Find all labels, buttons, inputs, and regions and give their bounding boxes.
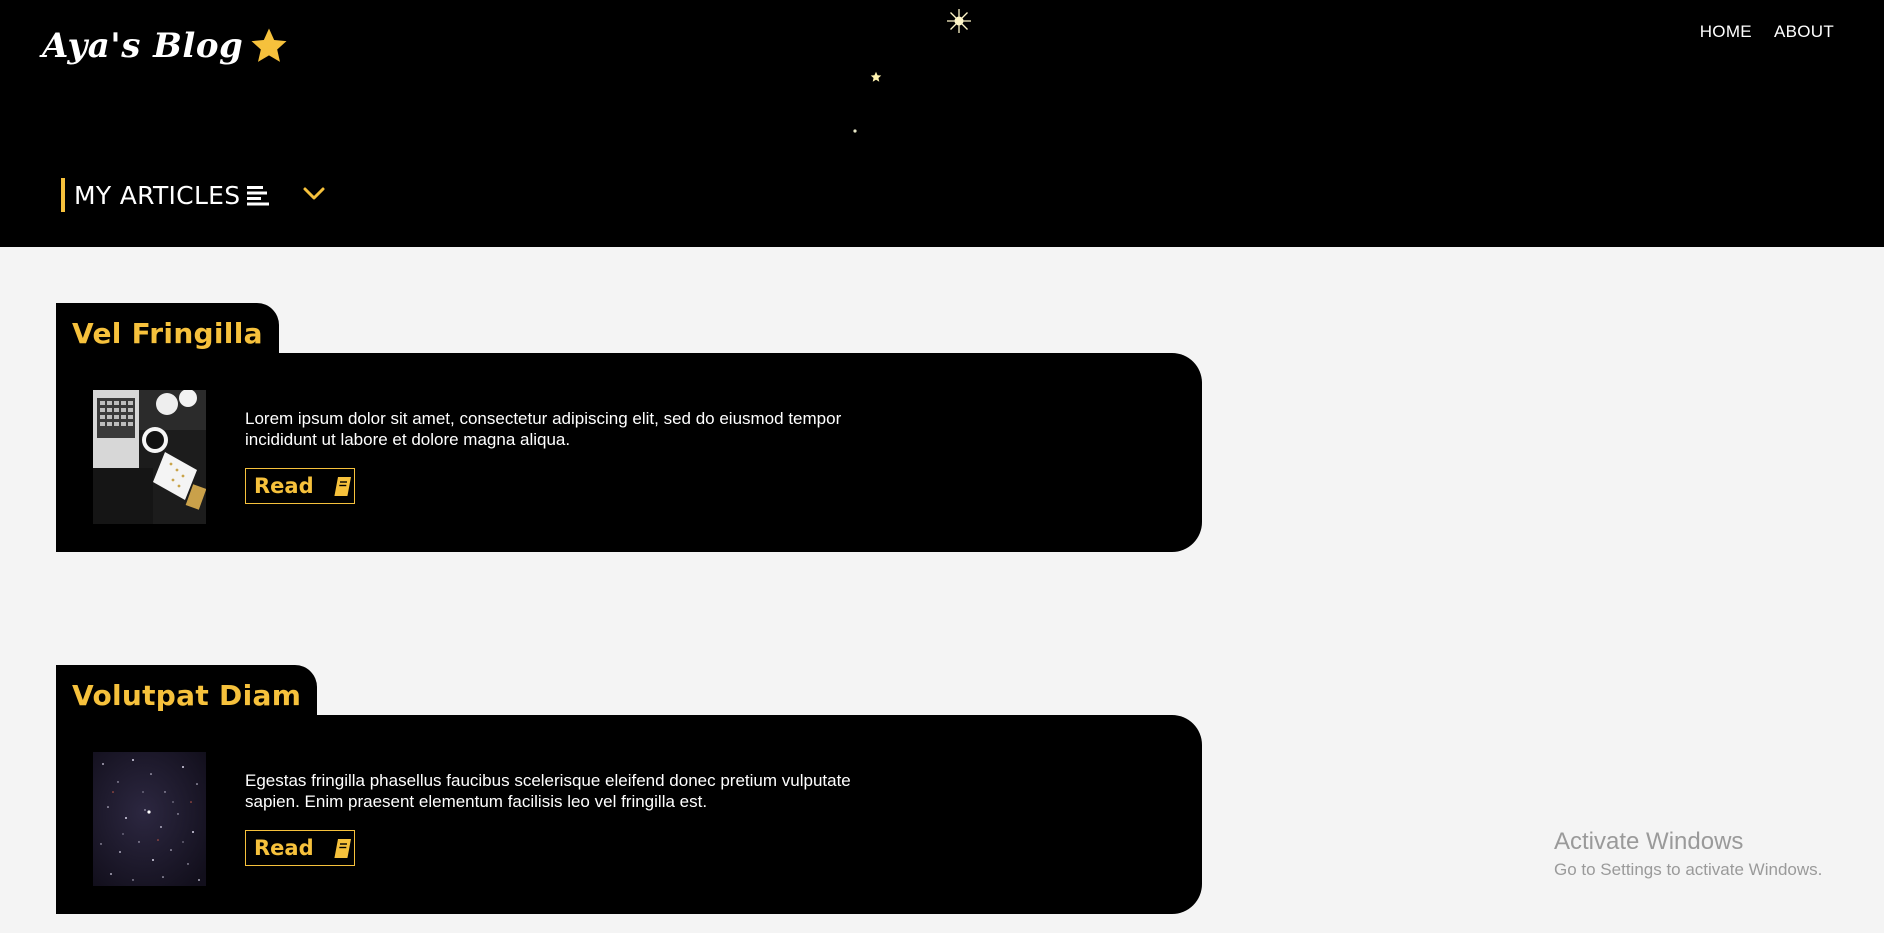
- small-star-icon: [870, 71, 882, 82]
- watermark-subtitle: Go to Settings to activate Windows.: [1554, 860, 1823, 879]
- section-heading: MY ARTICLES: [61, 178, 271, 212]
- starry-sky-image: [93, 752, 206, 886]
- star-icon: [251, 28, 287, 62]
- read-button-label: Read: [254, 474, 314, 498]
- read-button[interactable]: Read: [245, 468, 355, 504]
- article-title[interactable]: Volutpat Diam: [72, 679, 301, 712]
- book-icon: [334, 477, 351, 496]
- article-thumbnail[interactable]: [93, 390, 206, 524]
- tiny-star-icon: [853, 129, 857, 133]
- article-thumbnail[interactable]: [93, 752, 206, 886]
- top-nav: HOME ABOUT: [1700, 22, 1834, 42]
- section-title: MY ARTICLES: [74, 180, 241, 210]
- article-title[interactable]: Vel Fringilla: [72, 317, 263, 350]
- activate-windows-watermark: Activate Windows Go to Settings to activ…: [1554, 828, 1822, 880]
- sparkle-star-icon: [947, 9, 971, 33]
- book-icon: [334, 839, 351, 858]
- read-button-label: Read: [254, 836, 314, 860]
- article-excerpt: Egestas fringilla phasellus faucibus sce…: [245, 771, 851, 811]
- nav-home-link[interactable]: HOME: [1700, 22, 1752, 42]
- chevron-down-icon[interactable]: [302, 184, 326, 204]
- nav-about-link[interactable]: ABOUT: [1774, 22, 1834, 42]
- desk-laptop-coffee-image: [93, 390, 206, 524]
- site-header: Aya's Blog HOME ABOUT MY ARTICLES: [0, 0, 1884, 247]
- brand-name: Aya's Blog: [42, 26, 244, 66]
- watermark-title: Activate Windows: [1554, 828, 1744, 855]
- list-icon: [247, 186, 270, 206]
- brand-logo[interactable]: Aya's Blog: [42, 26, 289, 66]
- article-title-tab: Vel Fringilla: [56, 303, 279, 359]
- article-title-tab: Volutpat Diam: [56, 665, 318, 721]
- article-body: Lorem ipsum dolor sit amet, consectetur …: [56, 353, 1202, 552]
- article-body: Egestas fringilla phasellus faucibus sce…: [56, 715, 1202, 914]
- article-excerpt: Lorem ipsum dolor sit amet, consectetur …: [245, 409, 842, 449]
- heading-accent-bar: [61, 178, 65, 212]
- read-button[interactable]: Read: [245, 830, 355, 866]
